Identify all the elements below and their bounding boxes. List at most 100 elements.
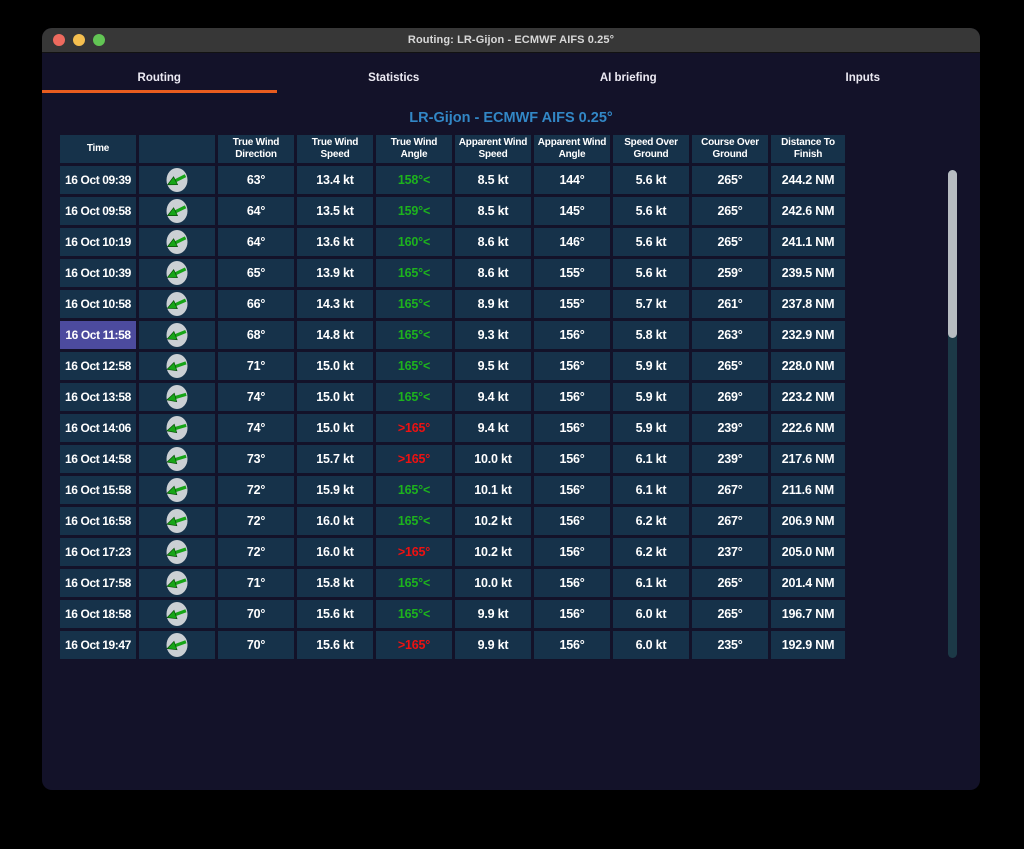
- apparent-wind-speed-cell: 9.9 kt: [455, 631, 531, 659]
- distance-to-finish-cell: 223.2 NM: [771, 383, 845, 411]
- app-window: Routing: LR-Gijon - ECMWF AIFS 0.25° Rou…: [42, 28, 980, 790]
- time-cell[interactable]: 16 Oct 09:39: [60, 166, 136, 194]
- speed-over-ground-cell: 5.6 kt: [613, 197, 689, 225]
- distance-to-finish-cell: 206.9 NM: [771, 507, 845, 535]
- speed-over-ground-cell: 5.6 kt: [613, 228, 689, 256]
- wind-direction-arrow-icon: [165, 260, 189, 286]
- course-over-ground-cell: 267°: [692, 507, 768, 535]
- scrollbar-track[interactable]: [948, 170, 957, 658]
- apparent-wind-angle-cell: 156°: [534, 569, 610, 597]
- apparent-wind-speed-cell: 8.5 kt: [455, 166, 531, 194]
- apparent-wind-speed-cell: 9.5 kt: [455, 352, 531, 380]
- true-wind-direction-cell: 63°: [218, 166, 294, 194]
- wind-direction-arrow-icon: [165, 229, 189, 255]
- course-over-ground-cell: 235°: [692, 631, 768, 659]
- time-cell[interactable]: 16 Oct 16:58: [60, 507, 136, 535]
- time-cell[interactable]: 16 Oct 19:47: [60, 631, 136, 659]
- col-header-course-over-ground: Course Over Ground: [692, 135, 768, 163]
- apparent-wind-angle-cell: 156°: [534, 507, 610, 535]
- time-cell[interactable]: 16 Oct 11:58: [60, 321, 136, 349]
- tab-routing[interactable]: Routing: [42, 53, 277, 93]
- distance-to-finish-cell: 211.6 NM: [771, 476, 845, 504]
- distance-to-finish-cell: 196.7 NM: [771, 600, 845, 628]
- true-wind-angle-cell: 165°<: [376, 600, 452, 628]
- window-titlebar[interactable]: Routing: LR-Gijon - ECMWF AIFS 0.25°: [42, 28, 980, 53]
- time-cell[interactable]: 16 Oct 09:58: [60, 197, 136, 225]
- time-cell[interactable]: 16 Oct 12:58: [60, 352, 136, 380]
- apparent-wind-speed-cell: 8.6 kt: [455, 228, 531, 256]
- true-wind-speed-cell: 14.8 kt: [297, 321, 373, 349]
- speed-over-ground-cell: 5.6 kt: [613, 259, 689, 287]
- col-header-apparent-wind-speed: Apparent Wind Speed: [455, 135, 531, 163]
- course-over-ground-cell: 265°: [692, 197, 768, 225]
- apparent-wind-angle-cell: 156°: [534, 600, 610, 628]
- distance-to-finish-cell: 242.6 NM: [771, 197, 845, 225]
- col-header-speed-over-ground: Speed Over Ground: [613, 135, 689, 163]
- speed-over-ground-cell: 5.7 kt: [613, 290, 689, 318]
- window-minimize-button[interactable]: [73, 34, 85, 46]
- true-wind-speed-cell: 15.0 kt: [297, 414, 373, 442]
- distance-to-finish-cell: 228.0 NM: [771, 352, 845, 380]
- window-zoom-button[interactable]: [93, 34, 105, 46]
- true-wind-speed-cell: 15.9 kt: [297, 476, 373, 504]
- time-cell[interactable]: 16 Oct 10:58: [60, 290, 136, 318]
- course-over-ground-cell: 259°: [692, 259, 768, 287]
- wind-direction-arrow-icon: [165, 632, 189, 658]
- col-header-apparent-wind-angle: Apparent Wind Angle: [534, 135, 610, 163]
- speed-over-ground-cell: 6.1 kt: [613, 476, 689, 504]
- distance-to-finish-cell: 205.0 NM: [771, 538, 845, 566]
- wind-arrow-cell: [139, 383, 215, 411]
- time-cell[interactable]: 16 Oct 10:39: [60, 259, 136, 287]
- true-wind-angle-cell: 165°<: [376, 352, 452, 380]
- true-wind-angle-cell: >165°: [376, 538, 452, 566]
- apparent-wind-speed-cell: 10.2 kt: [455, 538, 531, 566]
- time-cell[interactable]: 16 Oct 15:58: [60, 476, 136, 504]
- traffic-lights: [53, 34, 105, 46]
- true-wind-angle-cell: >165°: [376, 631, 452, 659]
- true-wind-angle-cell: >165°: [376, 445, 452, 473]
- window-close-button[interactable]: [53, 34, 65, 46]
- time-cell[interactable]: 16 Oct 17:23: [60, 538, 136, 566]
- time-cell[interactable]: 16 Oct 14:58: [60, 445, 136, 473]
- speed-over-ground-cell: 6.0 kt: [613, 600, 689, 628]
- course-over-ground-cell: 239°: [692, 445, 768, 473]
- apparent-wind-angle-cell: 145°: [534, 197, 610, 225]
- time-cell[interactable]: 16 Oct 13:58: [60, 383, 136, 411]
- true-wind-speed-cell: 13.9 kt: [297, 259, 373, 287]
- apparent-wind-angle-cell: 156°: [534, 445, 610, 473]
- speed-over-ground-cell: 6.1 kt: [613, 569, 689, 597]
- wind-direction-arrow-icon: [165, 353, 189, 379]
- distance-to-finish-cell: 244.2 NM: [771, 166, 845, 194]
- true-wind-angle-cell: 165°<: [376, 290, 452, 318]
- true-wind-angle-cell: >165°: [376, 414, 452, 442]
- apparent-wind-angle-cell: 144°: [534, 166, 610, 194]
- time-cell[interactable]: 16 Oct 10:19: [60, 228, 136, 256]
- tab-statistics[interactable]: Statistics: [277, 53, 512, 93]
- time-cell[interactable]: 16 Oct 14:06: [60, 414, 136, 442]
- course-over-ground-cell: 265°: [692, 228, 768, 256]
- course-over-ground-cell: 239°: [692, 414, 768, 442]
- wind-direction-arrow-icon: [165, 570, 189, 596]
- speed-over-ground-cell: 5.8 kt: [613, 321, 689, 349]
- wind-arrow-cell: [139, 476, 215, 504]
- wind-arrow-cell: [139, 414, 215, 442]
- apparent-wind-speed-cell: 9.3 kt: [455, 321, 531, 349]
- true-wind-direction-cell: 66°: [218, 290, 294, 318]
- apparent-wind-speed-cell: 9.4 kt: [455, 414, 531, 442]
- true-wind-speed-cell: 13.5 kt: [297, 197, 373, 225]
- wind-arrow-cell: [139, 228, 215, 256]
- true-wind-angle-cell: 160°<: [376, 228, 452, 256]
- apparent-wind-speed-cell: 9.4 kt: [455, 383, 531, 411]
- speed-over-ground-cell: 5.9 kt: [613, 383, 689, 411]
- time-cell[interactable]: 16 Oct 18:58: [60, 600, 136, 628]
- apparent-wind-speed-cell: 8.9 kt: [455, 290, 531, 318]
- time-cell[interactable]: 16 Oct 17:58: [60, 569, 136, 597]
- distance-to-finish-cell: 192.9 NM: [771, 631, 845, 659]
- scrollbar-thumb[interactable]: [948, 170, 957, 338]
- col-header-wind-arrow: [139, 135, 215, 163]
- tab-inputs[interactable]: Inputs: [746, 53, 981, 93]
- wind-direction-arrow-icon: [165, 384, 189, 410]
- tab-ai-briefing[interactable]: AI briefing: [511, 53, 746, 93]
- col-header-true-wind-direction: True Wind Direction: [218, 135, 294, 163]
- true-wind-direction-cell: 70°: [218, 631, 294, 659]
